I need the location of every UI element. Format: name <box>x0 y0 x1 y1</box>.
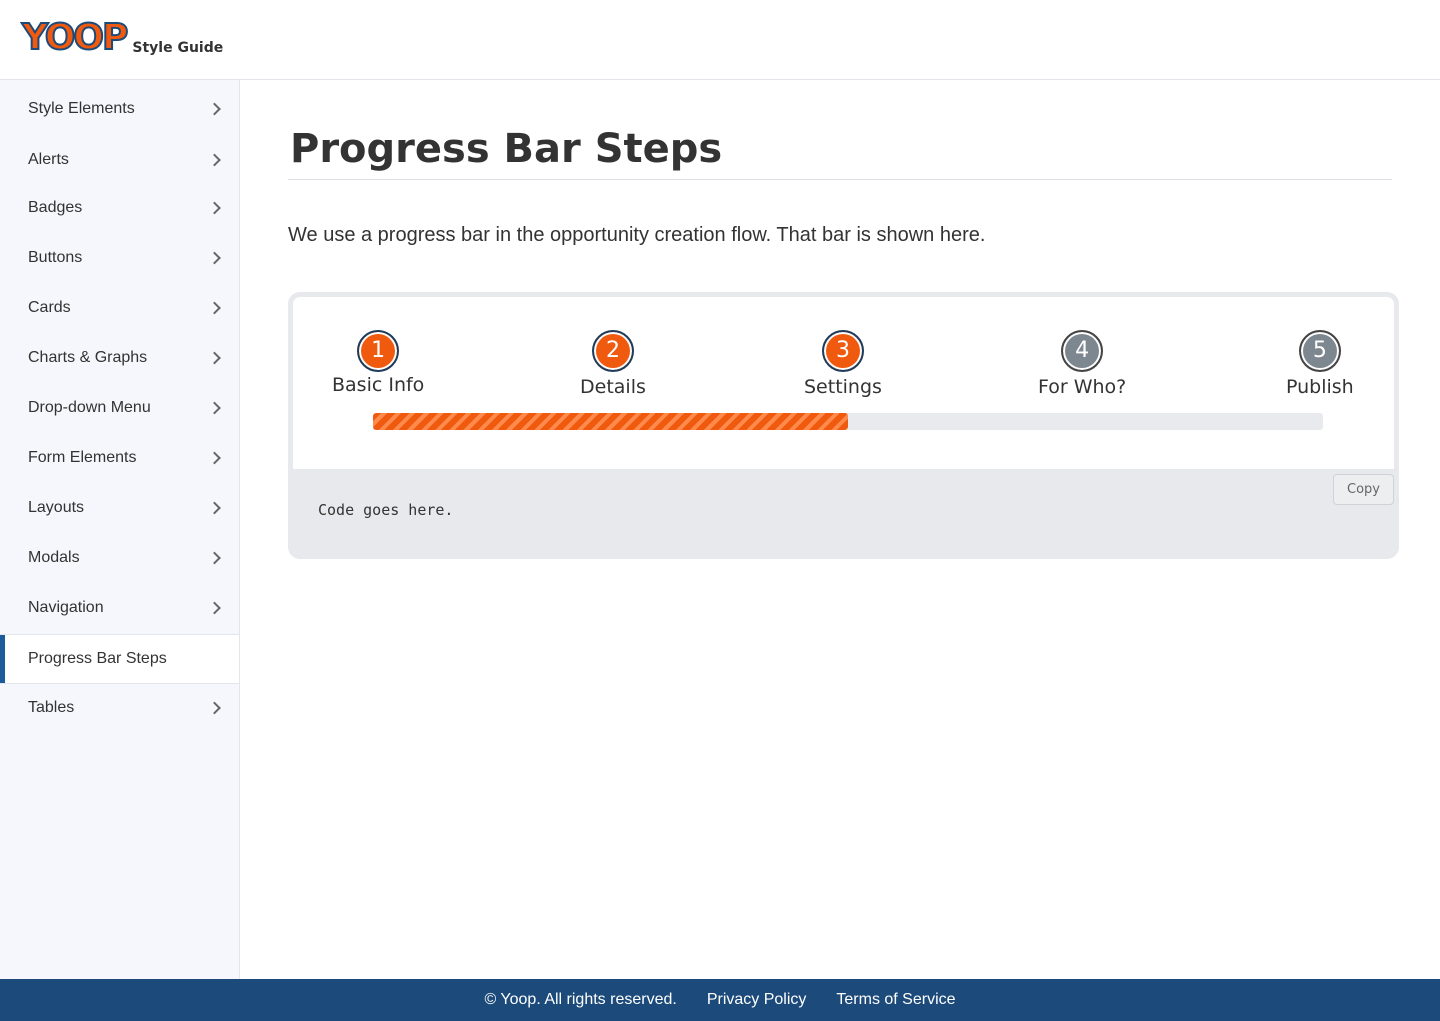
chevron-right-icon <box>208 701 221 715</box>
progress-track <box>373 413 1323 430</box>
sidebar-item-alerts[interactable]: Alerts <box>0 135 239 185</box>
footer-copyright: © Yoop. All rights reserved. <box>484 991 677 1008</box>
code-text: Code goes here. <box>318 501 454 519</box>
step-details[interactable]: 2 Details <box>580 330 646 398</box>
step-number: 3 <box>821 330 864 372</box>
sidebar-item-label: Drop-down Menu <box>28 399 151 416</box>
step-label: For Who? <box>1038 376 1127 398</box>
step-label: Details <box>580 376 646 398</box>
step-label: Settings <box>804 376 882 398</box>
chevron-right-icon <box>208 251 221 265</box>
copy-button[interactable]: Copy <box>1333 474 1394 505</box>
chevron-right-icon <box>208 401 221 415</box>
sidebar-item-label: Layouts <box>28 499 85 516</box>
step-settings[interactable]: 3 Settings <box>804 330 882 398</box>
chevron-right-icon <box>208 301 221 315</box>
chevron-right-icon <box>208 501 221 515</box>
sidebar-item-label: Buttons <box>28 249 83 266</box>
sidebar-item-form-elements[interactable]: Form Elements <box>0 433 239 483</box>
page-title: Progress Bar Steps <box>290 126 723 172</box>
step-number: 2 <box>591 330 634 372</box>
header: YOOP Style Guide <box>0 0 1440 80</box>
step-for-who[interactable]: 4 For Who? <box>1038 330 1126 398</box>
chevron-right-icon <box>208 201 221 215</box>
sidebar-item-badges[interactable]: Badges <box>0 183 239 233</box>
chevron-right-icon <box>208 102 221 116</box>
privacy-policy-link[interactable]: Privacy Policy <box>707 991 807 1009</box>
step-basic-info[interactable]: 1 Basic Info <box>332 330 424 396</box>
step-number: 5 <box>1298 330 1341 372</box>
sidebar-item-tables[interactable]: Tables <box>0 683 239 733</box>
sidebar-item-label: Cards <box>28 299 71 316</box>
step-number: 1 <box>357 330 400 372</box>
step-publish[interactable]: 5 Publish <box>1286 330 1354 398</box>
intro-text: We use a progress bar in the opportunity… <box>288 224 986 246</box>
sidebar: Style Elements Alerts Badges Buttons Car… <box>0 80 240 979</box>
sidebar-item-charts-graphs[interactable]: Charts & Graphs <box>0 333 239 383</box>
sidebar-item-label: Progress Bar Steps <box>28 650 167 667</box>
code-block: Code goes here. Copy <box>293 469 1394 554</box>
sidebar-item-buttons[interactable]: Buttons <box>0 233 239 283</box>
sidebar-item-label: Style Elements <box>28 100 135 117</box>
step-label: Publish <box>1286 376 1354 398</box>
sidebar-item-label: Charts & Graphs <box>28 349 148 366</box>
logo[interactable]: YOOP Style Guide <box>21 17 224 59</box>
terms-of-service-link[interactable]: Terms of Service <box>836 991 955 1009</box>
step-label: Basic Info <box>332 374 425 396</box>
step-number: 4 <box>1061 330 1104 372</box>
sidebar-item-label: Tables <box>28 699 75 716</box>
chevron-right-icon <box>208 153 221 167</box>
chevron-right-icon <box>208 351 221 365</box>
sidebar-item-label: Alerts <box>28 151 69 168</box>
progress-demo-card: 1 Basic Info 2 Details 3 Settings 4 For … <box>288 292 1399 559</box>
sidebar-item-label: Navigation <box>28 599 104 616</box>
sidebar-item-cards[interactable]: Cards <box>0 283 239 333</box>
title-divider <box>288 179 1392 180</box>
sidebar-item-style-elements[interactable]: Style Elements <box>0 84 239 134</box>
chevron-right-icon <box>208 601 221 615</box>
sidebar-item-dropdown-menu[interactable]: Drop-down Menu <box>0 383 239 433</box>
chevron-right-icon <box>208 451 221 465</box>
sidebar-item-progress-bar-steps[interactable]: Progress Bar Steps <box>0 634 239 684</box>
sidebar-item-label: Modals <box>28 549 80 566</box>
logo-subtitle: Style Guide <box>132 40 224 56</box>
sidebar-item-modals[interactable]: Modals <box>0 533 239 583</box>
footer: © Yoop. All rights reserved. Privacy Pol… <box>0 979 1440 1021</box>
sidebar-item-layouts[interactable]: Layouts <box>0 483 239 533</box>
progress-fill <box>373 413 848 430</box>
chevron-right-icon <box>208 551 221 565</box>
sidebar-item-label: Form Elements <box>28 449 137 466</box>
sidebar-item-navigation[interactable]: Navigation <box>0 583 239 633</box>
logo-mark: YOOP <box>21 17 129 59</box>
sidebar-item-label: Badges <box>28 199 83 216</box>
